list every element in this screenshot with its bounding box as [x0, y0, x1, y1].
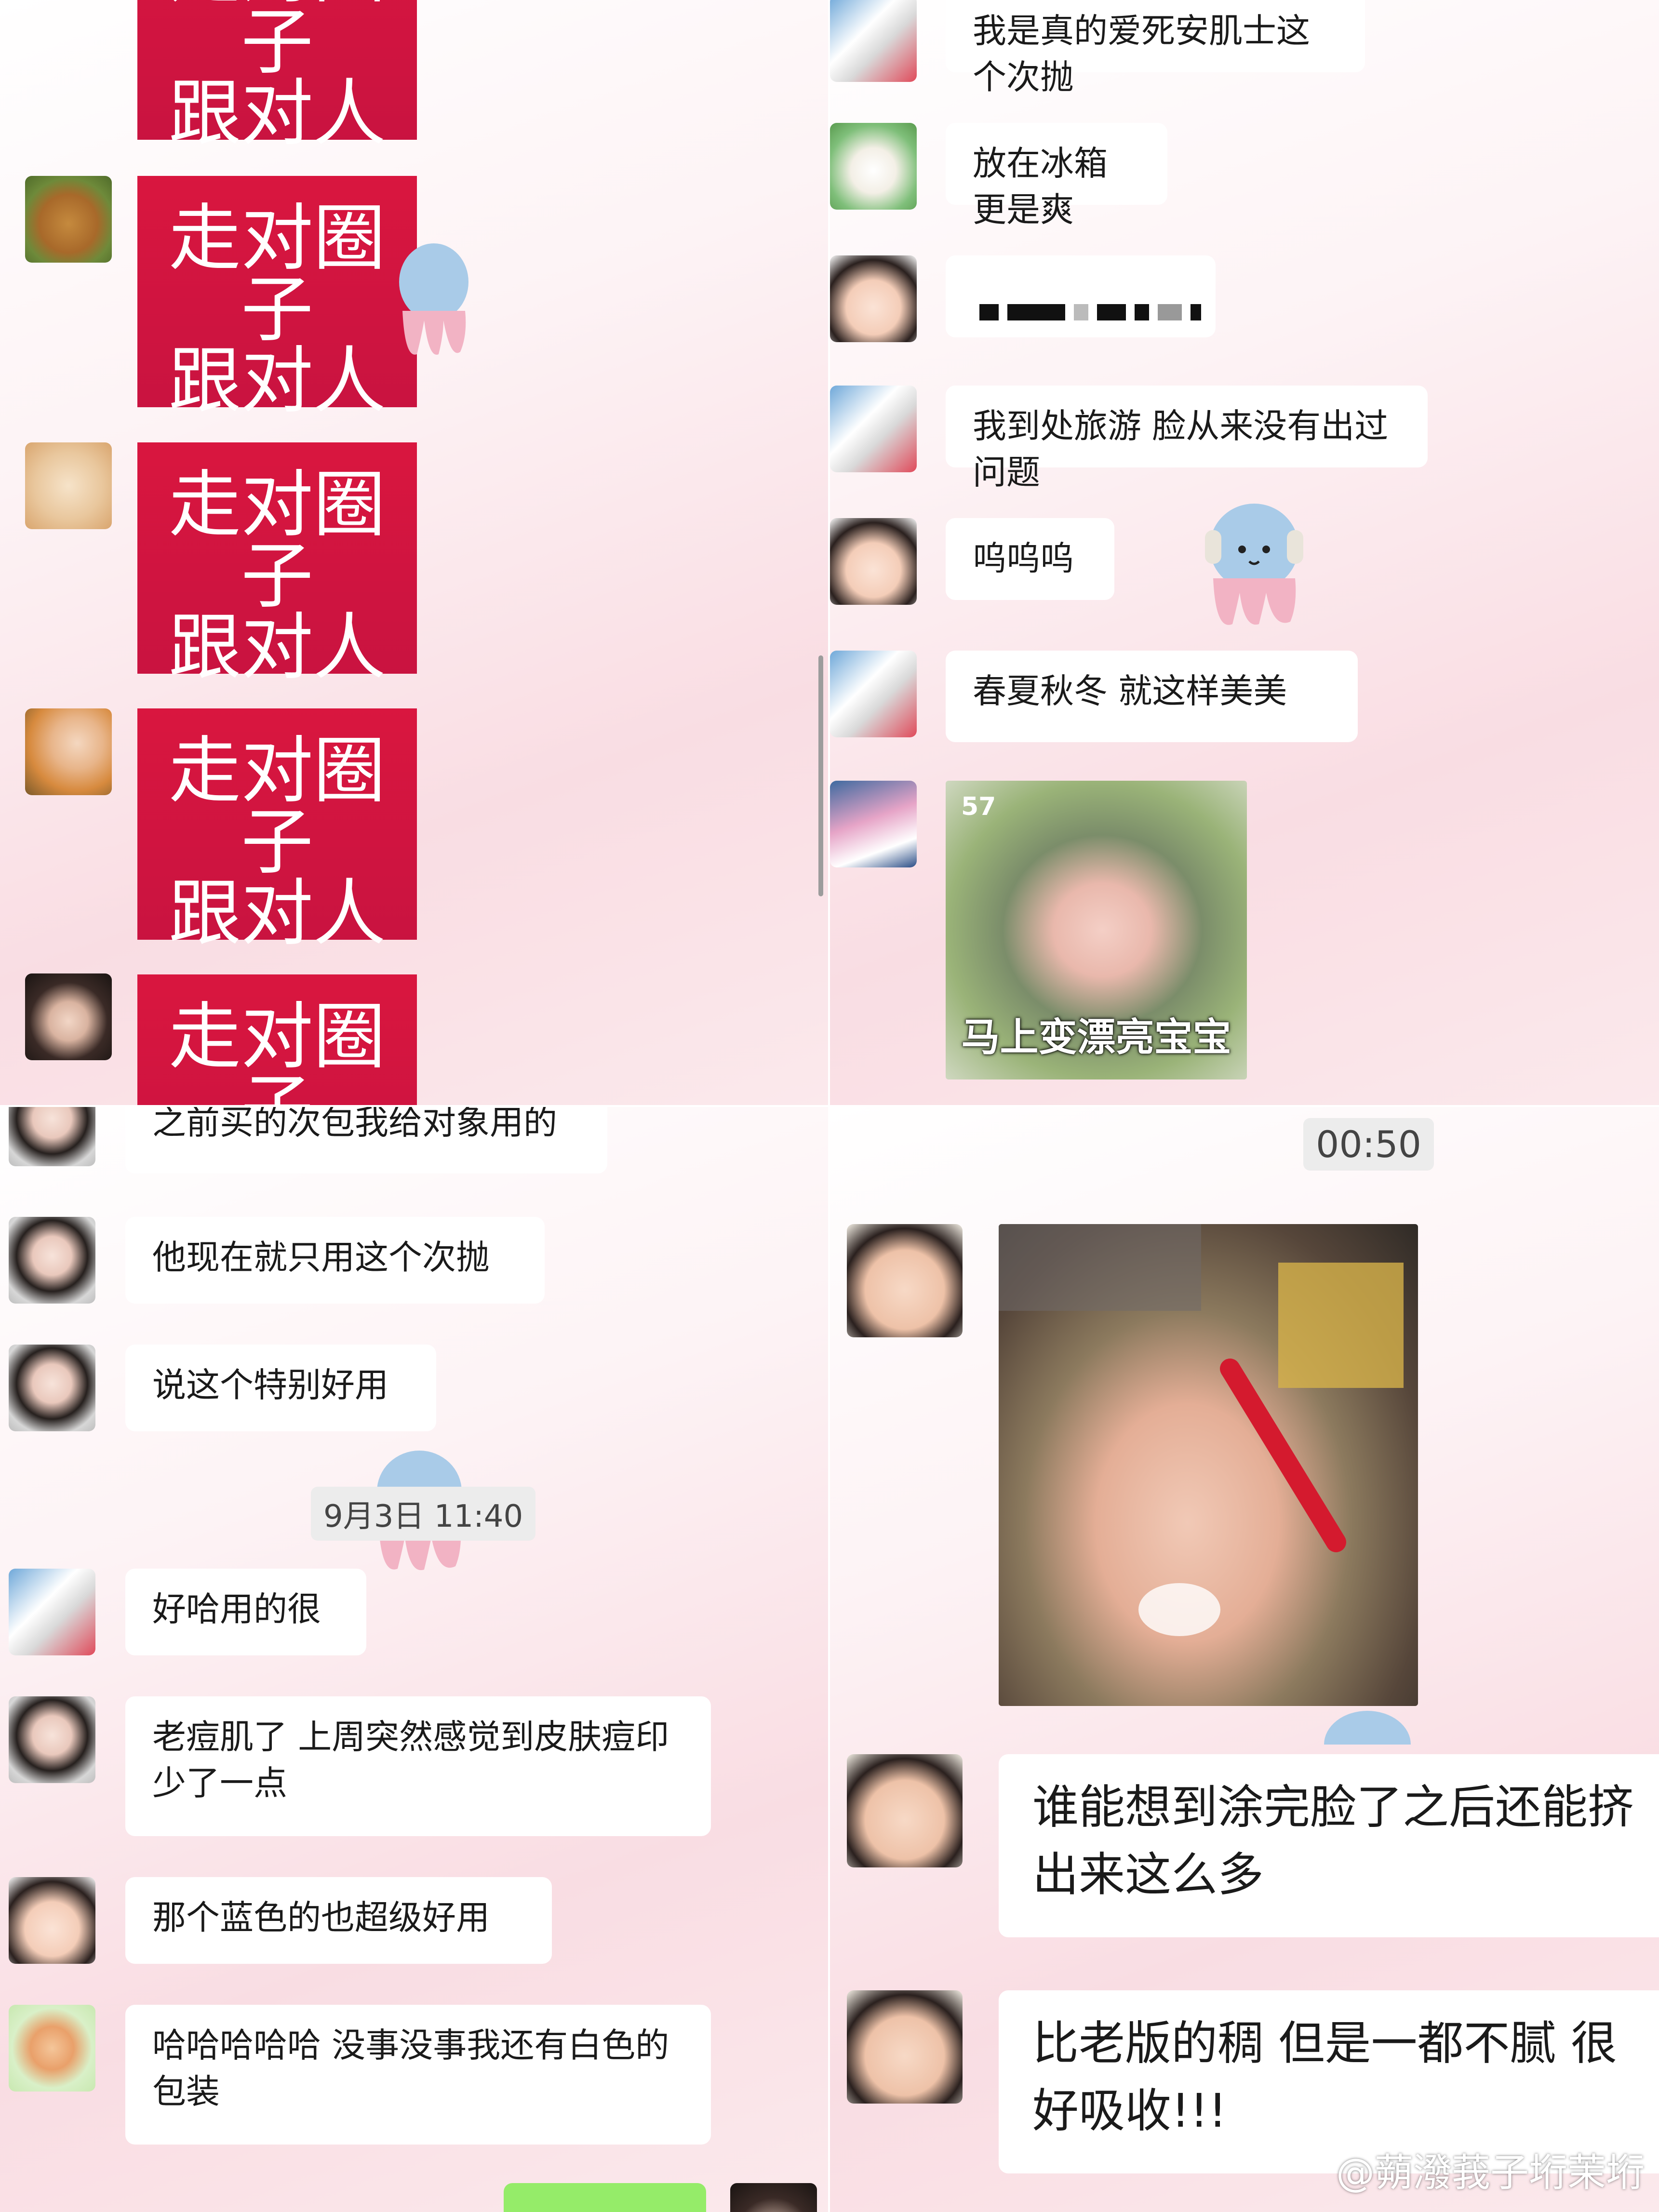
- message-text: 我是真的爱死安肌士这个次抛: [973, 11, 1310, 97]
- own-message-bubble-partial[interactable]: [504, 2183, 706, 2212]
- image-corner-number: 57: [961, 792, 996, 821]
- avatar-girl-scarf[interactable]: [9, 1345, 95, 1431]
- sticker-message[interactable]: 走对圈子 跟对人: [137, 708, 417, 950]
- sticker-line2: 跟对人: [168, 872, 386, 956]
- message-bubble[interactable]: 那个蓝色的也超级好用: [125, 1877, 552, 1964]
- chat-panel-bottom-left: 之前买的次包我给对象用的 他现在就只用这个次抛 说这个特别好用 9月3日 11:…: [0, 1106, 828, 2212]
- avatar-cartoon-fox[interactable]: [9, 2005, 95, 2092]
- sticker-message[interactable]: 走对圈子 跟对人: [137, 0, 417, 150]
- message-text: 春夏秋冬 就这样美美: [973, 671, 1287, 711]
- message-text: 他现在就只用这个次抛: [152, 1238, 490, 1277]
- chat-panel-bottom-right: 00:50 谁能想到涂完脸了之后还能挤出来这么多 比老版的稠 但是一都不腻 很好…: [830, 1106, 1659, 2212]
- timestamp-label: 00:50: [1303, 1118, 1434, 1171]
- avatar-self-partial[interactable]: [730, 2183, 817, 2212]
- message-bubble[interactable]: 我到处旅游 脸从来没有出过问题: [946, 386, 1428, 492]
- avatar-minnie-mouse[interactable]: [9, 1569, 95, 1655]
- timestamp-label: 9月3日 11:40: [311, 1487, 536, 1541]
- avatar-dog[interactable]: [25, 176, 112, 263]
- avatar-baby-sunglasses[interactable]: [847, 1990, 963, 2104]
- message-text: 之前买的次包我给对象用的: [152, 1106, 557, 1142]
- avatar-baby-sunglasses[interactable]: [847, 1224, 963, 1337]
- avatar-girl-scarf[interactable]: [9, 1217, 95, 1304]
- scrollbar[interactable]: [818, 655, 823, 896]
- avatar-baby-girl-buns[interactable]: [830, 518, 917, 605]
- message-text: 放在冰箱更是爽: [973, 144, 1108, 229]
- red-dropper-icon: [999, 1224, 1404, 1636]
- avatar-baby-girl-buns[interactable]: [830, 255, 917, 342]
- message-bubble[interactable]: 哈哈哈哈哈 没事没事我还有白色的包装: [125, 2005, 711, 2145]
- watermark-text: @蒴潑莪子垳茉垳: [1336, 2150, 1645, 2195]
- message-text: 哈哈哈哈哈 没事没事我还有白色的包装: [152, 2025, 669, 2111]
- avatar-minnie-mouse[interactable]: [830, 651, 917, 737]
- sticker-line1: 走对圈子: [168, 729, 386, 884]
- avatar-girl-scarf[interactable]: [9, 1106, 95, 1166]
- avatar-baby-sunglasses[interactable]: [847, 1754, 963, 1867]
- avatar-girl-flowers[interactable]: [25, 708, 112, 795]
- sticker-line2: 跟对人: [168, 339, 386, 423]
- message-text: 呜呜呜: [973, 539, 1074, 578]
- message-text: 谁能想到涂完脸了之后还能挤出来这么多: [1032, 1780, 1634, 1902]
- message-text: 说这个特别好用: [152, 1365, 388, 1405]
- message-bubble[interactable]: 好哈用的很: [125, 1569, 366, 1655]
- chat-panel-top-left: 走对圈子 跟对人 走对圈子 跟对人 走对圈子 跟对人 走对圈子 跟对人 走对圈子…: [0, 0, 828, 1106]
- panel-divider-horizontal: [0, 1105, 1659, 1107]
- message-bubble[interactable]: 放在冰箱更是爽: [946, 123, 1167, 229]
- octopus-plush-icon: [399, 243, 468, 355]
- message-bubble[interactable]: 之前买的次包我给对象用的: [125, 1106, 607, 1173]
- avatar-hello-kitty[interactable]: [830, 781, 917, 867]
- octopus-plush-icon: [1205, 504, 1303, 625]
- avatar-dark-hair-girl[interactable]: [25, 973, 112, 1060]
- message-bubble[interactable]: 谁能想到涂完脸了之后还能挤出来这么多: [999, 1754, 1659, 1937]
- sticker-line1: 走对圈子: [168, 463, 386, 618]
- octopus-plush-icon: [1324, 1711, 1411, 1745]
- meme-image-baby-face-mask[interactable]: 57 马上变漂亮宝宝: [946, 781, 1247, 1079]
- sticker-line2: 跟对人: [168, 606, 386, 690]
- message-bubble[interactable]: 老痘肌了 上周突然感觉到皮肤痘印少了一点: [125, 1696, 711, 1836]
- message-bubble[interactable]: 说这个特别好用: [125, 1345, 436, 1431]
- message-text: 我到处旅游 脸从来没有出过问题: [973, 406, 1389, 492]
- message-bubble[interactable]: 春夏秋冬 就这样美美: [946, 651, 1358, 742]
- avatar-minnie-mouse[interactable]: [830, 0, 917, 82]
- photo-hand-serum[interactable]: [999, 1224, 1418, 1706]
- pixelated-text: [979, 287, 1210, 333]
- message-bubble[interactable]: 他现在就只用这个次抛: [125, 1217, 545, 1304]
- sticker-line1: 走对圈子: [168, 197, 386, 352]
- sticker-message[interactable]: 走对圈子 跟对人: [137, 176, 417, 417]
- message-text: 比老版的稠 但是一都不腻 很好吸收!!!: [1032, 2016, 1618, 2138]
- message-text: 好哈用的很: [152, 1589, 321, 1629]
- avatar-girl-scarf[interactable]: [9, 1696, 95, 1783]
- image-caption: 马上变漂亮宝宝: [961, 1015, 1231, 1060]
- sticker-message[interactable]: 走对圈子 跟对人: [137, 442, 417, 684]
- sticker-line1: 走对圈子: [168, 995, 386, 1106]
- chat-panel-top-right: 我是真的爱死安肌士这个次抛 放在冰箱更是爽 我到处旅游 脸从来没有出过问题 呜呜…: [830, 0, 1659, 1106]
- message-text: 老痘肌了 上周突然感觉到皮肤痘印少了一点: [152, 1717, 669, 1803]
- message-bubble-redacted[interactable]: [946, 255, 1216, 337]
- avatar-teddy-bear[interactable]: [830, 123, 917, 210]
- avatar-minnie-mouse[interactable]: [830, 386, 917, 472]
- avatar-puppy[interactable]: [25, 442, 112, 529]
- sticker-line2: 跟对人: [168, 72, 386, 156]
- sticker-message[interactable]: 走对圈子 跟对人: [137, 974, 417, 1106]
- message-text: 那个蓝色的也超级好用: [152, 1898, 490, 1937]
- message-bubble[interactable]: 呜呜呜: [946, 518, 1114, 600]
- avatar-baby-girl-buns[interactable]: [9, 1877, 95, 1964]
- message-bubble[interactable]: 我是真的爱死安肌士这个次抛: [946, 0, 1365, 97]
